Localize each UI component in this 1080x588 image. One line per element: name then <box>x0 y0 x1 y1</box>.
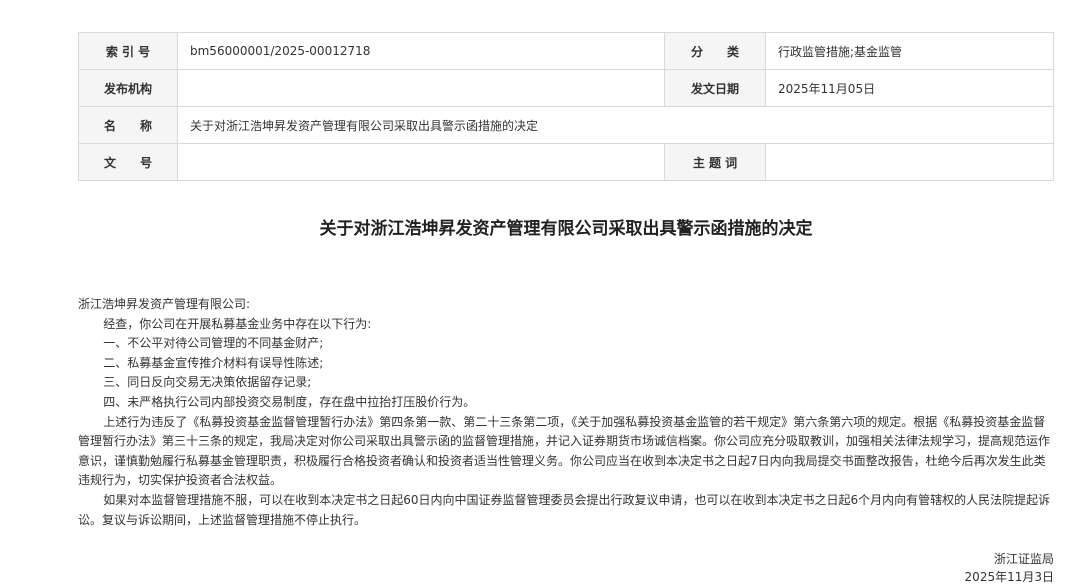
paragraph: 三、同日反向交易无决策依据留存记录; <box>103 375 312 390</box>
paragraph: 如果对本监督管理措施不服，可以在收到本决定书之日起60日内向中国证券监督管理委员… <box>78 492 1051 527</box>
document-body: 浙江浩坤昇发资产管理有限公司: 经查，你公司在开展私募基金业务中存在以下行为: … <box>78 295 1056 530</box>
docno-label: 文 号 <box>78 143 178 181</box>
date-value: 2025年11月05日 <box>765 69 1054 107</box>
issuer-value <box>177 69 665 107</box>
salutation: 浙江浩坤昇发资产管理有限公司: <box>78 297 251 311</box>
document-title: 关于对浙江浩坤昇发资产管理有限公司采取出具警示函措施的决定 <box>319 219 813 239</box>
paragraph: 四、未严格执行公司内部投资交易制度，存在盘中拉抬打压股价行为。 <box>103 394 476 409</box>
document-metadata-table: 索 引 号 bm56000001/2025-00012718 分 类 行政监管措… <box>78 32 1054 181</box>
name-label: 名 称 <box>78 106 178 144</box>
subject-value <box>765 143 1054 181</box>
subject-label: 主 题 词 <box>664 143 766 181</box>
signature-date: 2025年11月3日 <box>964 570 1054 584</box>
signature-org: 浙江证监局 <box>993 552 1054 566</box>
paragraph: 二、私募基金宣传推介材料有误导性陈述; <box>103 355 324 370</box>
name-value: 关于对浙江浩坤昇发资产管理有限公司采取出具警示函措施的决定 <box>177 106 1054 144</box>
signature: 浙江证监局 2025年11月3日 <box>965 550 1054 586</box>
date-label: 发文日期 <box>664 69 766 107</box>
category-value: 行政监管措施;基金监管 <box>765 32 1054 70</box>
paragraph: 上述行为违反了《私募投资基金监督管理暂行办法》第四条第一款、第二十三条第二项，《… <box>78 414 1051 488</box>
paragraph: 一、不公平对待公司管理的不同基金财产; <box>103 336 324 351</box>
index-value: bm56000001/2025-00012718 <box>177 32 665 70</box>
paragraph: 经查，你公司在开展私募基金业务中存在以下行为: <box>103 316 372 331</box>
category-label: 分 类 <box>664 32 766 70</box>
index-label: 索 引 号 <box>78 32 178 70</box>
issuer-label: 发布机构 <box>78 69 178 107</box>
docno-value <box>177 143 665 181</box>
